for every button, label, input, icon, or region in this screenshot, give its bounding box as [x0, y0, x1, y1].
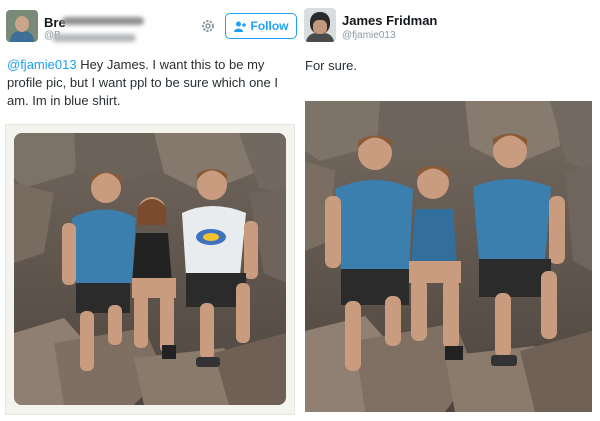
author-handle[interactable]: @fjamie013 [342, 30, 396, 41]
redacted-name-bar [62, 17, 144, 25]
follow-label: Follow [250, 19, 289, 33]
add-user-icon [233, 21, 247, 32]
gear-icon[interactable] [200, 18, 216, 34]
author-avatar[interactable] [304, 8, 336, 42]
original-photo[interactable] [14, 133, 286, 405]
original-photo-frame [5, 124, 295, 415]
reply-text: For sure. [305, 58, 358, 73]
reply-tweet: James Fridman @fjamie013 For sure. [300, 0, 600, 421]
redacted-handle-bar [52, 34, 136, 42]
tweet-text: @fjamie013 Hey James. I want this to be … [7, 56, 299, 110]
author-name[interactable]: James Fridman [342, 13, 437, 28]
follow-button[interactable]: Follow [225, 13, 297, 39]
mention-link[interactable]: @fjamie013 [7, 57, 77, 72]
edited-photo[interactable] [305, 101, 592, 412]
user-avatar[interactable] [6, 10, 38, 42]
original-tweet: Bre @B Follow @fjamie013 Hey James. I wa… [0, 0, 300, 421]
